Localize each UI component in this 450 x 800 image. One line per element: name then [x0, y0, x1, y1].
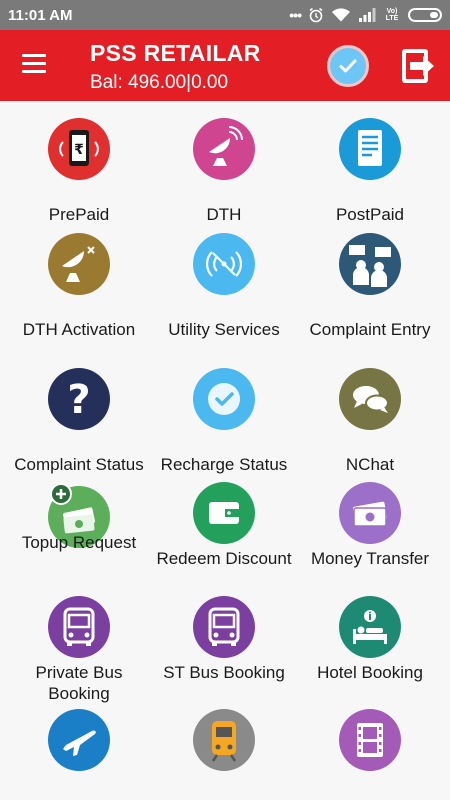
- tile-dth-activation[interactable]: DTH Activation: [4, 233, 154, 343]
- tile-utility-services[interactable]: Utility Services: [149, 233, 299, 343]
- tile-label: PrePaid: [48, 205, 110, 224]
- wifi-icon: [332, 8, 350, 22]
- tile-label: Topup Request: [21, 533, 137, 552]
- tile-nchat[interactable]: NChat: [295, 368, 445, 478]
- mobile-rupee-icon: ₹: [48, 118, 110, 180]
- tile-prepaid[interactable]: ₹ PrePaid: [4, 118, 154, 228]
- tile-label: NChat: [345, 455, 395, 474]
- bus-icon: [193, 596, 255, 658]
- hotel-bed-icon: [339, 596, 401, 658]
- tile-complaint-status[interactable]: ? Complaint Status: [4, 368, 154, 478]
- tile-complaint-entry[interactable]: Complaint Entry: [295, 233, 445, 358]
- status-time: 11:01 AM: [8, 7, 73, 24]
- tile-label: Hotel Booking: [317, 663, 423, 682]
- balance-text: Bal: 496.00|0.00: [90, 72, 229, 93]
- tile-hotel-booking[interactable]: Hotel Booking: [295, 596, 445, 691]
- menu-icon[interactable]: [22, 54, 48, 76]
- volte-icon: Vo) LTE: [385, 8, 399, 22]
- svg-text:?: ?: [67, 377, 90, 423]
- add-badge-icon: [50, 483, 72, 505]
- cash-icon: [339, 482, 401, 544]
- tile-postpaid[interactable]: PostPaid: [295, 118, 445, 228]
- alarm-icon: [309, 7, 323, 23]
- satellite-dish-icon: [193, 118, 255, 180]
- tile-label: Complaint Entry: [309, 320, 431, 339]
- signal-icon: [359, 8, 376, 22]
- tile-label: DTH Activation: [22, 320, 136, 339]
- tile-label: DTH: [206, 205, 242, 224]
- chat-bubbles-icon: [339, 368, 401, 430]
- app-title: PSS RETAILAR: [90, 40, 261, 66]
- status-bar: 11:01 AM ••• Vo) LTE: [0, 0, 450, 30]
- tile-money-transfer[interactable]: Money Transfer: [295, 482, 445, 577]
- airplane-icon: [48, 709, 110, 771]
- tile-label: Money Transfer: [310, 549, 430, 568]
- tile-redeem-discount[interactable]: Redeem Discount: [149, 482, 299, 587]
- tile-label: Complaint Status: [14, 455, 144, 474]
- app-header: PSS RETAILAR Bal: 496.00|0.00: [0, 30, 450, 101]
- wallet-icon: [193, 482, 255, 544]
- tile-label: Redeem Discount: [156, 549, 292, 568]
- train-icon: [193, 709, 255, 771]
- wireless-signal-icon: [193, 233, 255, 295]
- battery-icon: [408, 8, 442, 22]
- verified-check-icon[interactable]: [327, 45, 369, 87]
- more-dots-icon: •••: [289, 7, 302, 23]
- film-strip-icon: [339, 709, 401, 771]
- tile-label: ST Bus Booking: [163, 663, 285, 682]
- tile-dth[interactable]: DTH: [149, 118, 299, 228]
- tile-st-bus-booking[interactable]: ST Bus Booking: [149, 596, 299, 706]
- dish-activation-icon: [48, 233, 110, 295]
- bus-icon: [48, 596, 110, 658]
- tile-private-bus-booking[interactable]: Private Bus Booking: [4, 596, 154, 706]
- tile-movie-booking[interactable]: [295, 709, 445, 800]
- status-icons: ••• Vo) LTE: [289, 5, 442, 25]
- tile-label: Utility Services: [168, 320, 280, 339]
- tile-label: PostPaid: [335, 205, 405, 224]
- tile-flight-booking[interactable]: [4, 709, 154, 800]
- svg-text:₹: ₹: [74, 142, 84, 158]
- tile-topup-request[interactable]: Topup Request: [4, 483, 154, 576]
- bill-document-icon: [339, 118, 401, 180]
- check-circle-icon: [193, 368, 255, 430]
- tile-train-booking[interactable]: [149, 709, 299, 800]
- tile-label: Recharge Status: [160, 455, 288, 474]
- protest-people-icon: [339, 233, 401, 295]
- tile-label: Private Bus Booking: [35, 663, 123, 703]
- question-mark-icon: ?: [48, 368, 110, 430]
- tile-recharge-status[interactable]: Recharge Status: [149, 368, 299, 478]
- logout-icon[interactable]: [396, 45, 438, 87]
